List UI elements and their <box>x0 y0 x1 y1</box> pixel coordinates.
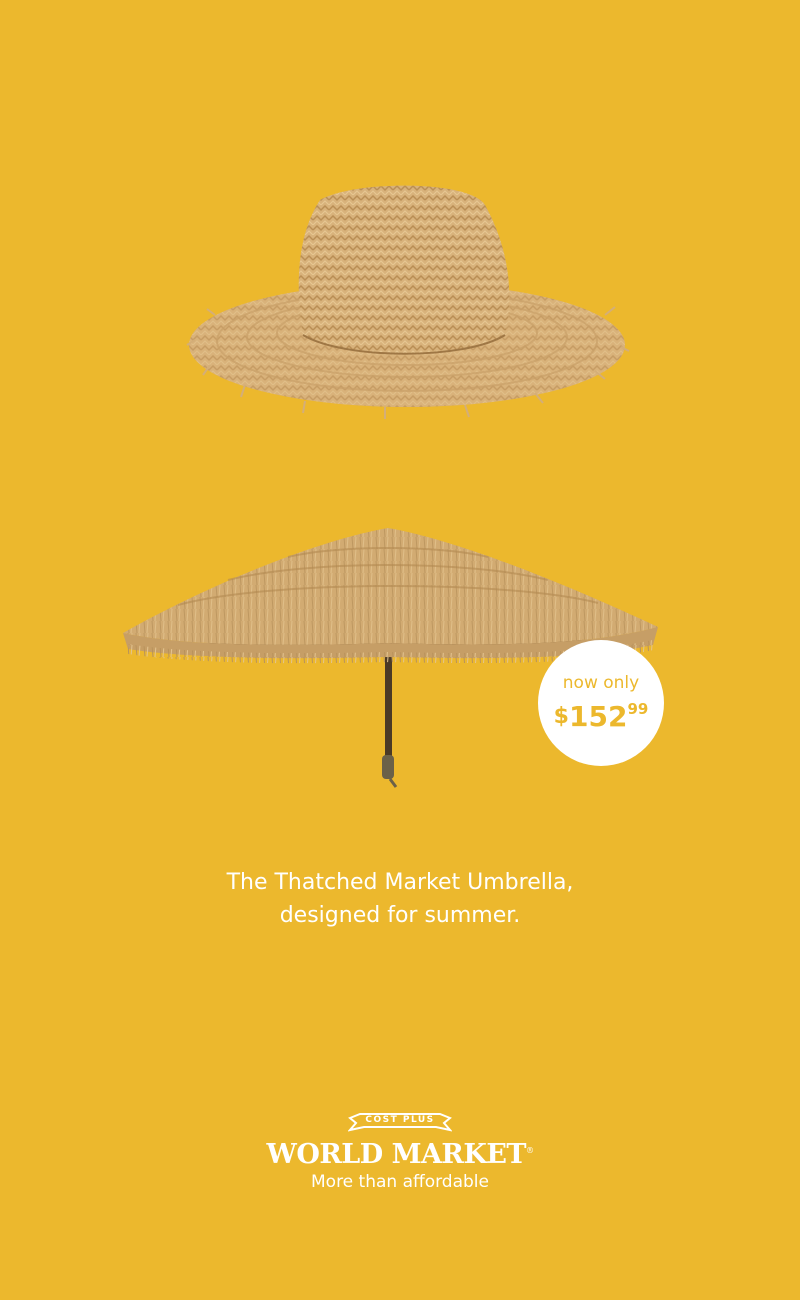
price-prefix: now only <box>562 673 640 693</box>
price-badge: now only $15299 <box>538 640 664 766</box>
brand-wordmark: WORLD MARKET® <box>267 1136 534 1170</box>
banner-text: COST PLUS <box>365 1115 435 1125</box>
brand-logo: COST PLUS WORLD MARKET® More than afford… <box>250 1112 550 1193</box>
brand-slogan: More than affordable <box>311 1172 489 1192</box>
brand-wordmark-text: WORLD MARKET <box>266 1139 527 1170</box>
tagline-line-2: designed for summer. <box>279 903 521 928</box>
price-cents: 99 <box>627 700 649 718</box>
straw-hat-icon <box>186 185 630 419</box>
cost-plus-banner: COST PLUS <box>348 1112 452 1134</box>
tagline-line-1: The Thatched Market Umbrella, <box>226 870 574 895</box>
price-value: $15299 <box>554 693 649 733</box>
registered-mark: ® <box>526 1146 534 1155</box>
tagline: The Thatched Market Umbrella, designed f… <box>0 866 800 932</box>
ad-canvas: now only $15299 The Thatched Market Umbr… <box>0 0 800 1300</box>
price-dollar-sign: $ <box>553 704 569 729</box>
price-whole: 152 <box>568 700 628 733</box>
